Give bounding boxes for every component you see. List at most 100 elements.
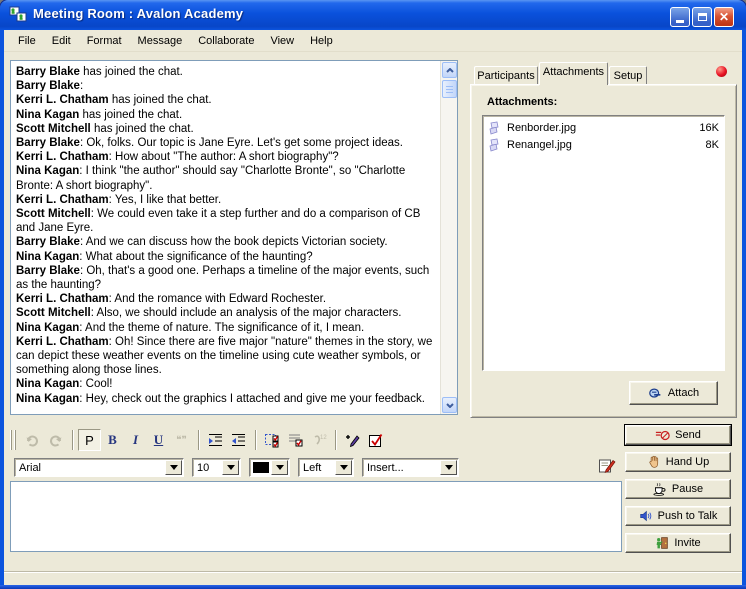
attachment-item[interactable]: Renangel.jpg 8K xyxy=(485,136,722,153)
hand-up-button[interactable]: Hand Up xyxy=(625,452,731,472)
push-to-talk-button-label: Push to Talk xyxy=(658,510,718,522)
toolbar-separator xyxy=(335,430,336,450)
font-color-select[interactable] xyxy=(249,458,290,477)
title-bar: Meeting Room : Avalon Academy ✕ xyxy=(0,0,746,30)
indent-icon[interactable] xyxy=(204,429,227,451)
file-name: Renangel.jpg xyxy=(507,139,706,151)
list-check-icon[interactable] xyxy=(284,429,307,451)
invite-button-label: Invite xyxy=(674,537,700,549)
scrollbar-thumb[interactable] xyxy=(442,80,457,98)
compose-note-icon[interactable] xyxy=(598,457,616,475)
menu-item[interactable]: Edit xyxy=(44,32,79,50)
chat-scrollbar[interactable] xyxy=(440,61,457,414)
meeting-room-window: Meeting Room : Avalon Academy ✕ File Edi… xyxy=(0,0,746,589)
chat-message: Kerri L. Chatham: How about "The author:… xyxy=(16,150,438,164)
chat-message: Nina Kagan has joined the chat. xyxy=(16,108,438,122)
menu-item[interactable]: Format xyxy=(79,32,130,50)
send-icon xyxy=(655,428,670,443)
toolbar-separator xyxy=(198,430,199,450)
message-input[interactable] xyxy=(10,481,622,552)
menu-item[interactable]: File xyxy=(10,32,44,50)
chat-message: Barry Blake has joined the chat. xyxy=(16,65,438,79)
menu-item[interactable]: View xyxy=(262,32,302,50)
color-swatch xyxy=(253,462,269,473)
redo-icon xyxy=(44,429,67,451)
app-icon[interactable] xyxy=(9,6,27,24)
window-frame-right xyxy=(742,30,746,589)
send-button[interactable]: Send xyxy=(625,425,731,445)
tab-attachments[interactable]: Attachments xyxy=(539,62,608,85)
italic-button[interactable]: I xyxy=(124,429,147,451)
pause-button[interactable]: Pause xyxy=(625,479,731,499)
file-name: Renborder.jpg xyxy=(507,122,699,134)
menu-bar: File Edit Format Message Collaborate Vie… xyxy=(4,30,742,52)
close-button[interactable]: ✕ xyxy=(714,7,734,27)
file-icon xyxy=(488,121,503,135)
send-button-label: Send xyxy=(675,429,701,441)
alignment-value: Left xyxy=(299,459,334,476)
chat-message: Barry Blake: xyxy=(16,79,438,93)
chat-message: Kerri L. Chatham: And the romance with E… xyxy=(16,292,438,306)
formatting-toolbar: P B I U ❝❞ 12 xyxy=(10,427,622,453)
attachment-item[interactable]: Renborder.jpg 16K xyxy=(485,119,722,136)
tab-setup[interactable]: Setup xyxy=(609,66,647,84)
underline-button[interactable]: U xyxy=(147,429,170,451)
attachments-label: Attachments: xyxy=(487,96,557,108)
chat-message: Nina Kagan: I think "the author" should … xyxy=(16,164,438,192)
attach-button-label: Attach xyxy=(668,387,699,399)
undo-icon xyxy=(21,429,44,451)
svg-text:12: 12 xyxy=(320,435,327,441)
pause-button-label: Pause xyxy=(672,483,703,495)
bold-button[interactable]: B xyxy=(101,429,124,451)
chevron-down-icon[interactable] xyxy=(335,460,352,475)
file-size: 8K xyxy=(706,139,719,151)
chevron-down-icon[interactable] xyxy=(222,460,239,475)
paragraph-style-button[interactable]: P xyxy=(78,429,101,451)
minimize-button[interactable] xyxy=(670,7,690,27)
maximize-button[interactable] xyxy=(692,7,712,27)
window-frame-bottom xyxy=(0,585,746,589)
spellcheck-icon[interactable] xyxy=(364,429,387,451)
chat-message: Kerri L. Chatham: Yes, I like that bette… xyxy=(16,193,438,207)
chat-message: Kerri L. Chatham: Oh! Since there are fi… xyxy=(16,335,438,378)
alignment-select[interactable]: Left xyxy=(298,458,354,477)
scroll-down-icon[interactable] xyxy=(442,397,457,413)
chevron-down-icon[interactable] xyxy=(165,460,182,475)
chevron-down-icon[interactable] xyxy=(271,460,288,475)
scroll-up-icon[interactable] xyxy=(442,62,457,78)
font-size-value: 10 xyxy=(193,459,221,476)
superscript-icon: 12 xyxy=(307,429,330,451)
add-annotation-icon[interactable] xyxy=(341,429,364,451)
chat-message: Scott Mitchell: We could even take it a … xyxy=(16,207,438,235)
chat-history-pane: Barry Blake has joined the chat. Barry B… xyxy=(10,60,458,415)
attach-icon xyxy=(648,386,663,401)
coffee-cup-icon xyxy=(653,482,667,496)
menu-item[interactable]: Collaborate xyxy=(190,32,262,50)
toolbar-gripper[interactable] xyxy=(10,430,17,450)
hand-icon xyxy=(647,455,661,469)
chevron-down-icon[interactable] xyxy=(440,460,457,475)
chat-message: Scott Mitchell: Also, we should include … xyxy=(16,306,438,320)
chat-message: Nina Kagan: Cool! xyxy=(16,377,438,391)
chat-message: Nina Kagan: Hey, check out the graphics … xyxy=(16,392,438,406)
menu-item[interactable]: Message xyxy=(130,32,191,50)
select-check-icon[interactable] xyxy=(261,429,284,451)
invite-person-door-icon xyxy=(655,536,669,550)
font-size-select[interactable]: 10 xyxy=(192,458,241,477)
toolbar-separator xyxy=(72,430,73,450)
attach-button[interactable]: Attach xyxy=(629,381,718,405)
hand-up-button-label: Hand Up xyxy=(666,456,709,468)
insert-value: Insert... xyxy=(363,459,439,476)
insert-select[interactable]: Insert... xyxy=(362,458,459,477)
invite-button[interactable]: Invite xyxy=(625,533,731,553)
window-title: Meeting Room : Avalon Academy xyxy=(33,6,243,21)
font-family-select[interactable]: Arial xyxy=(14,458,184,477)
tab-participants[interactable]: Participants xyxy=(474,66,538,84)
status-bar xyxy=(4,571,742,573)
chat-message: Kerri L. Chatham has joined the chat. xyxy=(16,93,438,107)
recording-indicator-led xyxy=(716,66,727,77)
menu-item[interactable]: Help xyxy=(302,32,341,50)
file-icon xyxy=(488,138,503,152)
outdent-icon[interactable] xyxy=(227,429,250,451)
push-to-talk-button[interactable]: Push to Talk xyxy=(625,506,731,526)
